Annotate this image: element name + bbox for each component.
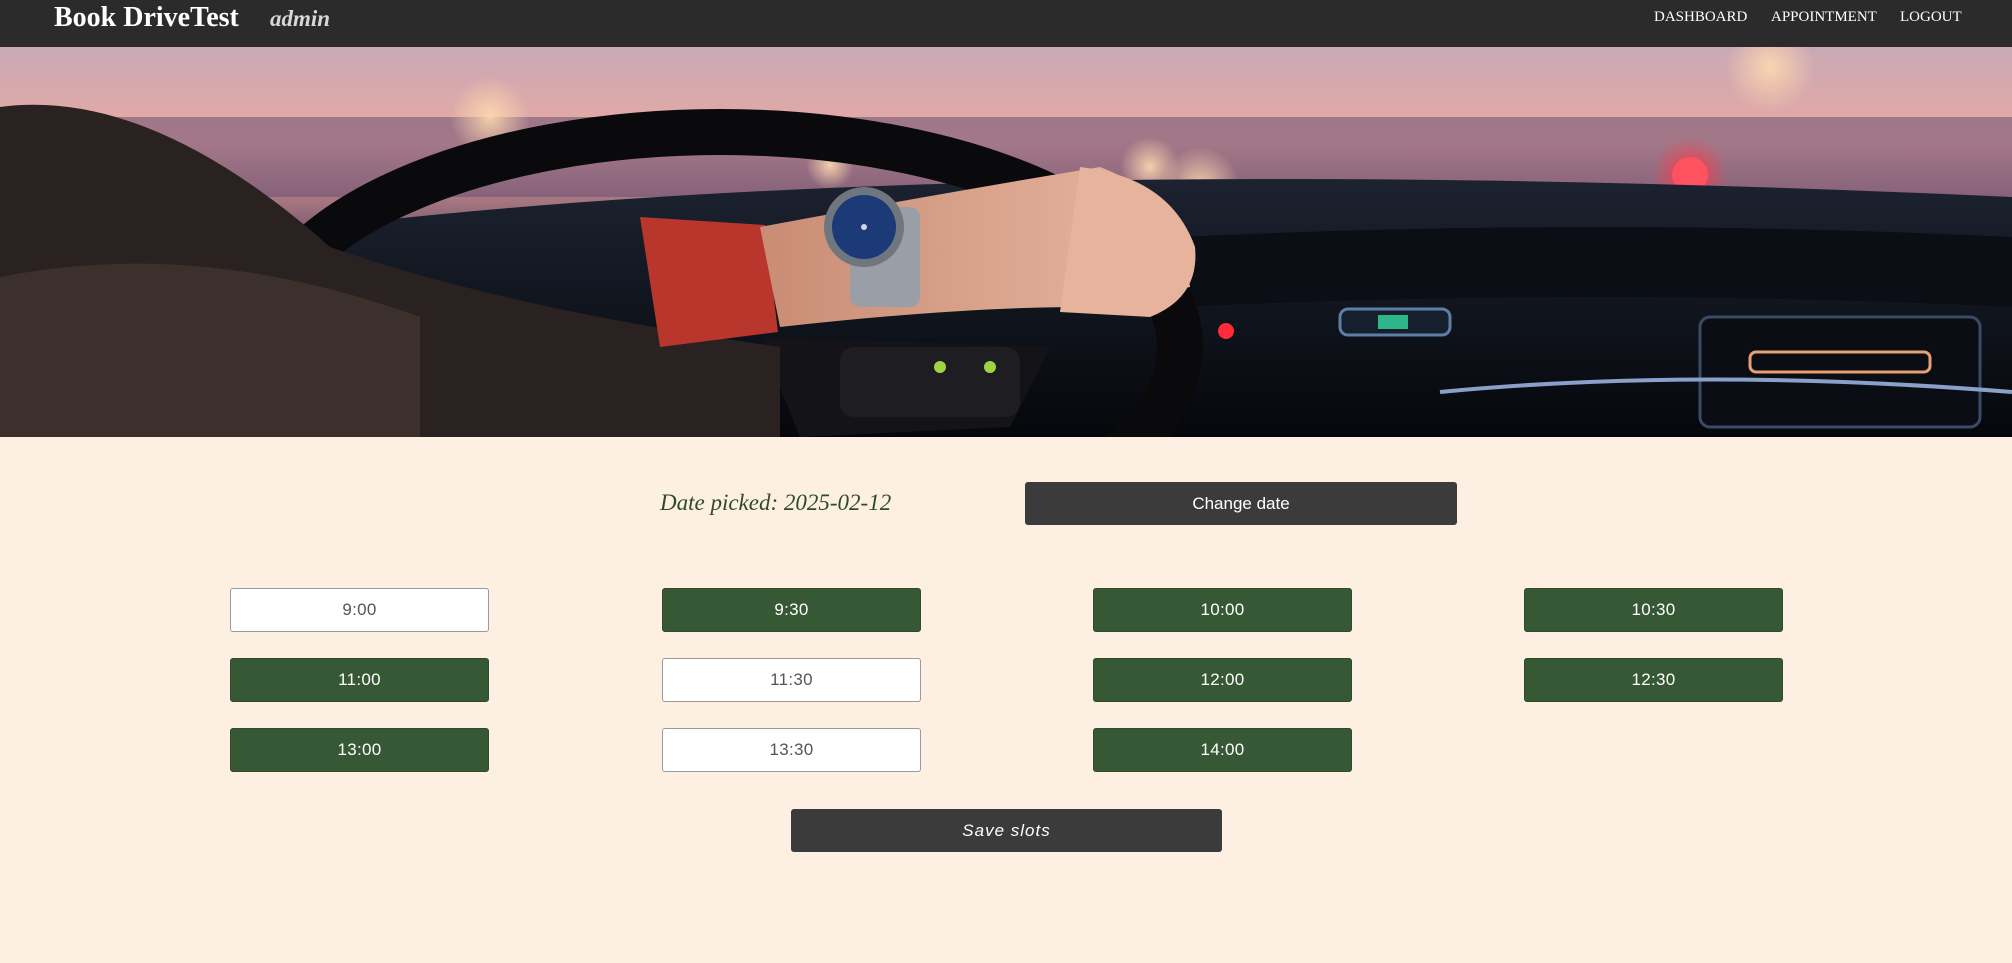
date-picked-label: Date picked: 2025-02-12 bbox=[660, 490, 892, 515]
slot-button-1030[interactable]: 10:30 bbox=[1524, 588, 1783, 632]
slot-button-0930[interactable]: 9:30 bbox=[662, 588, 921, 632]
hero-illustration bbox=[0, 47, 2012, 437]
save-slots-button[interactable]: Save slots bbox=[791, 809, 1222, 852]
slot-button-1100[interactable]: 11:00 bbox=[230, 658, 489, 702]
slot-button-1230[interactable]: 12:30 bbox=[1524, 658, 1783, 702]
slot-button-0900[interactable]: 9:00 bbox=[230, 588, 489, 632]
slot-button-1330[interactable]: 13:30 bbox=[662, 728, 921, 772]
slot-button-1200[interactable]: 12:00 bbox=[1093, 658, 1352, 702]
slot-button-1000[interactable]: 10:00 bbox=[1093, 588, 1352, 632]
slot-button-1130[interactable]: 11:30 bbox=[662, 658, 921, 702]
brand-title[interactable]: Book DriveTest bbox=[54, 2, 239, 34]
change-date-button[interactable]: Change date bbox=[1025, 482, 1457, 525]
slot-button-1300[interactable]: 13:00 bbox=[230, 728, 489, 772]
slot-button-1400[interactable]: 14:00 bbox=[1093, 728, 1352, 772]
hero-banner-image bbox=[0, 47, 2012, 437]
nav-link-appointment[interactable]: APPOINTMENT bbox=[1771, 8, 1877, 26]
nav-link-dashboard[interactable]: DASHBOARD bbox=[1654, 8, 1747, 26]
nav-link-logout[interactable]: LOGOUT bbox=[1900, 8, 1962, 26]
user-role-label: admin bbox=[270, 6, 331, 31]
top-navbar: Book DriveTest admin DASHBOARD APPOINTME… bbox=[0, 0, 2012, 47]
